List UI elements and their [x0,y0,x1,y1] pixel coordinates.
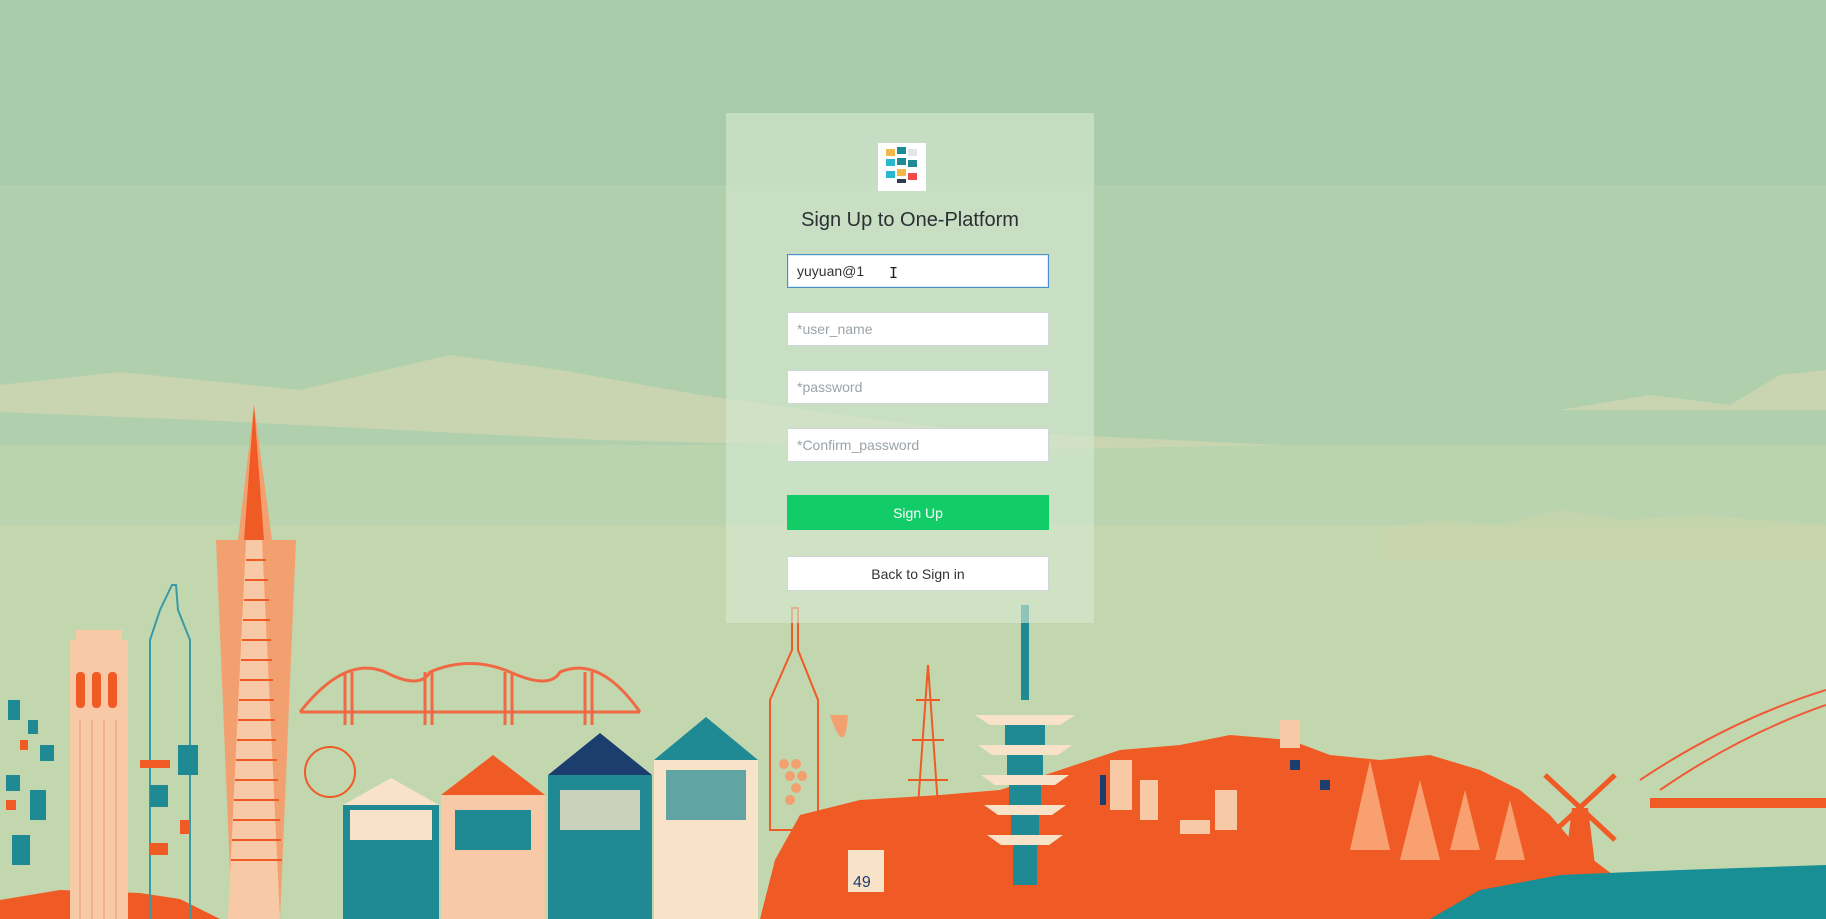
username-input[interactable] [787,312,1049,346]
email-input[interactable] [787,254,1049,288]
one-platform-logo-icon [878,143,926,191]
signup-button[interactable]: Sign Up [787,495,1049,530]
confirm-password-input[interactable] [787,428,1049,462]
text-cursor-icon: I [889,264,899,282]
signup-card: Sign Up to One-Platform I Sign Up Back t… [726,113,1094,623]
back-to-signin-button[interactable]: Back to Sign in [787,556,1049,591]
poster-number-text: 49 [853,874,871,891]
password-input[interactable] [787,370,1049,404]
page-title: Sign Up to One-Platform [801,209,1019,231]
